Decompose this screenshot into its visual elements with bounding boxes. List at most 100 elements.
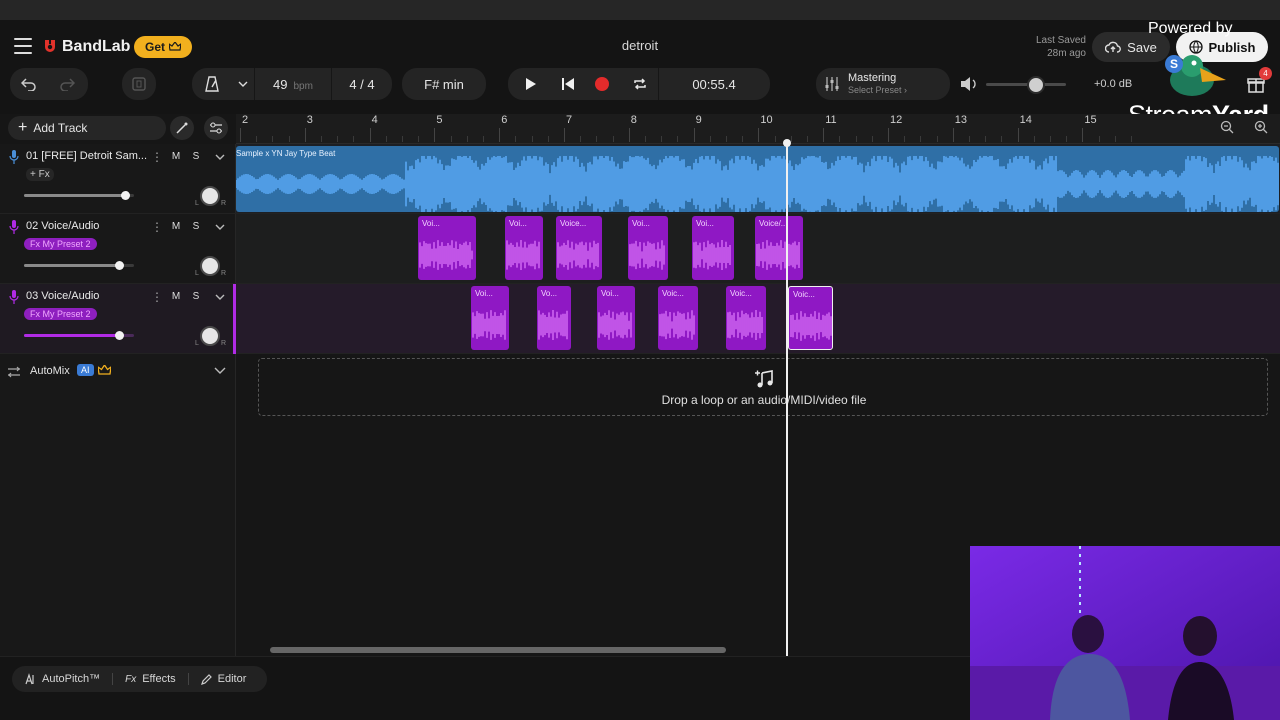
undo-button[interactable] xyxy=(10,68,48,100)
voice-clip[interactable]: Voice/... xyxy=(755,216,803,280)
zoom-in-icon[interactable] xyxy=(1254,120,1268,134)
automix-row[interactable]: AutoMix AI xyxy=(0,362,236,382)
track-name[interactable]: 01 [FREE] Detroit Sam... xyxy=(26,150,147,162)
audio-clip-beat[interactable]: Sample x YN Jay Type Beat xyxy=(236,146,1279,212)
waveform xyxy=(727,310,763,340)
tracks-settings-button[interactable] xyxy=(204,116,228,140)
timeline-ruler[interactable]: 2 3 4 5 6 7 8 9 10 11 12 13 14 15 xyxy=(236,114,1280,144)
track-header-3[interactable]: 03 Voice/Audio Fx My Preset 2 ⋮ M S L R xyxy=(0,284,236,354)
play-button[interactable] xyxy=(508,68,554,100)
record-mode-button[interactable] xyxy=(122,68,156,100)
time-signature[interactable]: 4 / 4 xyxy=(332,77,392,92)
track-fx-button[interactable]: + Fx xyxy=(26,168,54,181)
loop-button[interactable] xyxy=(622,68,658,100)
track-header-2[interactable]: 02 Voice/Audio Fx My Preset 2 ⋮ M S L R xyxy=(0,214,236,284)
voice-clip[interactable]: Voi... xyxy=(471,286,509,350)
voice-clip[interactable]: Voi... xyxy=(418,216,476,280)
ruler-bar-number: 15 xyxy=(1084,114,1097,126)
metronome-dropdown[interactable] xyxy=(232,81,254,87)
playhead-handle[interactable] xyxy=(783,139,791,147)
pan-knob[interactable] xyxy=(200,326,220,346)
ruler-subtick xyxy=(612,136,614,142)
track-name[interactable]: 03 Voice/Audio xyxy=(26,290,99,302)
crown-icon xyxy=(169,42,181,51)
drop-zone[interactable]: Drop a loop or an audio/MIDI/video file xyxy=(258,358,1268,416)
hamburger-menu-icon[interactable] xyxy=(14,38,32,54)
editor-button[interactable]: Editor xyxy=(189,673,259,685)
volume-icon[interactable] xyxy=(960,76,978,92)
pan-knob[interactable] xyxy=(200,256,220,276)
master-volume-knob[interactable] xyxy=(1026,76,1045,94)
mastering-button[interactable]: Mastering Select Preset › xyxy=(816,68,950,100)
more-options-icon[interactable]: ⋮ xyxy=(151,290,163,304)
tempo-field[interactable]: 49 bpm xyxy=(255,77,331,92)
project-title[interactable]: detroit xyxy=(540,38,740,53)
clip-label: Voice/... xyxy=(759,219,788,228)
track-name[interactable]: 02 Voice/Audio xyxy=(26,220,99,232)
waveform xyxy=(236,156,1279,212)
ruler-subtick xyxy=(1114,136,1116,142)
ruler-subtick xyxy=(483,136,484,142)
voice-clip[interactable]: Voice... xyxy=(556,216,602,280)
metronome-button[interactable] xyxy=(192,76,232,92)
chevron-down-icon[interactable] xyxy=(213,150,227,164)
play-icon xyxy=(526,78,536,90)
track-volume-knob[interactable] xyxy=(115,331,125,340)
solo-button[interactable]: S xyxy=(187,218,205,234)
voice-clip[interactable]: Voic... xyxy=(726,286,766,350)
track-fx-preset[interactable]: Fx My Preset 2 xyxy=(24,238,97,250)
ruler-subtick xyxy=(904,136,906,142)
ruler-subtick xyxy=(1098,136,1100,142)
voice-clip[interactable]: Voic... xyxy=(658,286,698,350)
last-saved-time: 28m ago xyxy=(1047,48,1086,59)
track-volume-knob[interactable] xyxy=(115,261,125,270)
clip-label: Vo... xyxy=(541,289,558,298)
more-options-icon[interactable]: ⋮ xyxy=(151,150,163,164)
more-options-icon[interactable]: ⋮ xyxy=(151,220,163,234)
edit-tool-button[interactable] xyxy=(170,116,194,140)
pan-right-label: R xyxy=(221,270,227,277)
playhead[interactable] xyxy=(786,140,788,656)
skip-back-button[interactable] xyxy=(554,68,582,100)
track-fx-preset[interactable]: Fx My Preset 2 xyxy=(24,308,97,320)
ruler-subtick xyxy=(547,136,549,142)
waveform xyxy=(538,310,568,340)
pan-knob[interactable] xyxy=(200,186,220,206)
zoom-out-icon[interactable] xyxy=(1220,120,1234,134)
track-volume-slider[interactable] xyxy=(24,194,134,197)
solo-button[interactable]: S xyxy=(187,148,205,164)
ruler-subtick xyxy=(1033,136,1035,142)
brand-logo[interactable]: BandLab xyxy=(42,36,130,58)
waveform xyxy=(790,311,832,341)
mute-button[interactable]: M xyxy=(167,148,185,164)
key-selector[interactable]: F# min xyxy=(402,68,486,100)
chevron-down-icon[interactable] xyxy=(214,367,226,375)
master-volume-db: +0.0 dB xyxy=(1094,78,1133,90)
scrollbar-thumb[interactable] xyxy=(270,647,726,653)
waveform xyxy=(598,310,632,340)
chevron-down-icon[interactable] xyxy=(213,220,227,234)
get-membership-button[interactable]: Get xyxy=(134,36,192,58)
redo-button[interactable] xyxy=(48,68,86,100)
track-header-1[interactable]: 01 [FREE] Detroit Sam... + Fx ⋮ M S L R xyxy=(0,144,236,214)
voice-clip[interactable]: Voi... xyxy=(628,216,668,280)
ruler-tick xyxy=(304,128,306,142)
ruler-subtick xyxy=(256,136,258,142)
autopitch-button[interactable]: AutoPitch™ xyxy=(12,673,112,685)
mute-button[interactable]: M xyxy=(167,288,185,304)
ruler-subtick xyxy=(985,136,987,142)
mute-button[interactable]: M xyxy=(167,218,185,234)
chevron-down-icon[interactable] xyxy=(213,290,227,304)
effects-button[interactable]: Fx Effects xyxy=(113,673,188,685)
notification-badge: 4 xyxy=(1259,67,1272,80)
track-volume-knob[interactable] xyxy=(120,191,130,200)
record-button[interactable] xyxy=(582,68,622,100)
add-track-button[interactable]: + Add Track xyxy=(8,116,166,140)
voice-clip[interactable]: Vo... xyxy=(537,286,571,350)
voice-clip[interactable]: Voic... xyxy=(788,286,833,350)
voice-clip[interactable]: Voi... xyxy=(597,286,635,350)
solo-button[interactable]: S xyxy=(187,288,205,304)
voice-clip[interactable]: Voi... xyxy=(505,216,543,280)
ruler-tick xyxy=(240,128,241,142)
voice-clip[interactable]: Voi... xyxy=(692,216,734,280)
